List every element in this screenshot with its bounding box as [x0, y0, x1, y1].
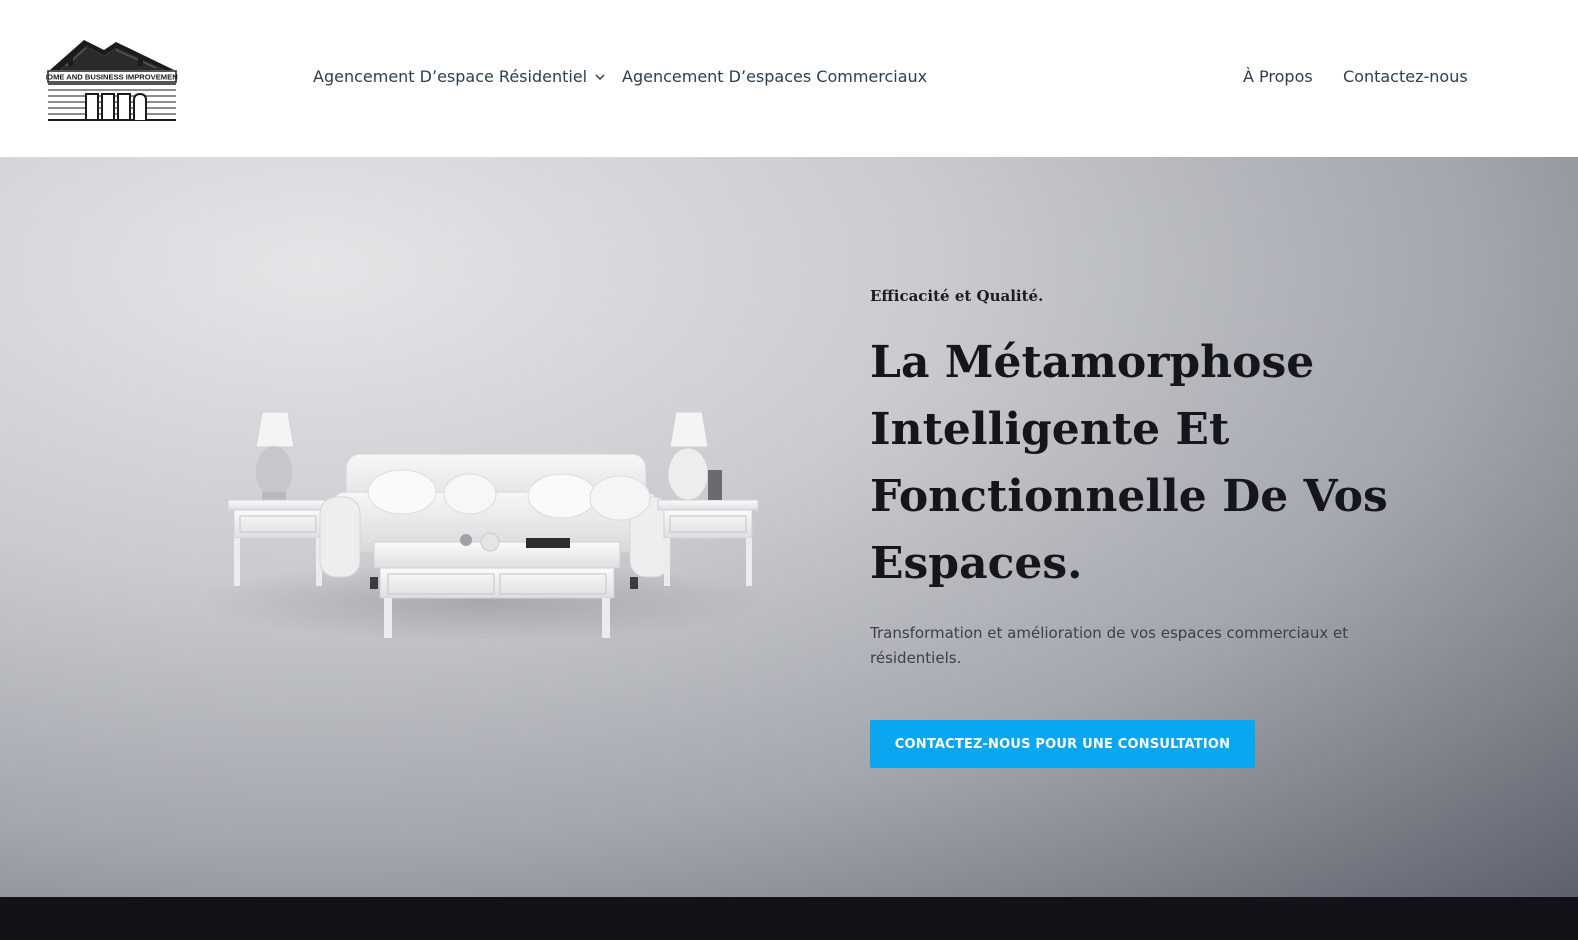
nav-commercial-label: Agencement D’espaces Commerciaux: [622, 67, 928, 86]
chevron-down-icon: [595, 65, 605, 87]
nav-contact-label: Contactez-nous: [1343, 67, 1468, 86]
nav-about-label: À Propos: [1243, 67, 1313, 86]
site-header: HOME AND BUSINESS IMPROVEMENT Agencement…: [0, 0, 1578, 157]
hero-section: Efficacité et Qualité. La Métamorphose I…: [0, 157, 1578, 897]
nav-residential-label: Agencement D’espace Résidentiel: [313, 67, 588, 86]
footer-strip: [0, 897, 1578, 940]
contact-consultation-button[interactable]: CONTACTEZ-NOUS POUR UNE CONSULTATION: [870, 720, 1255, 768]
hero-subtext: Transformation et amélioration de vos es…: [870, 624, 1349, 667]
hero-eyebrow: Efficacité et Qualité.: [870, 287, 1044, 305]
nav-commercial-link[interactable]: Agencement D’espaces Commerciaux: [622, 66, 927, 88]
hero-headline: La Métamorphose Intelligente Et Fonction…: [870, 337, 1388, 589]
nav-about-link[interactable]: À Propos: [1243, 66, 1313, 88]
logo-text: HOME AND BUSINESS IMPROVEMENT: [46, 73, 178, 82]
white-living-room-furniture-image: [170, 352, 790, 792]
nav-residential-menu[interactable]: Agencement D’espace Résidentiel: [313, 66, 605, 89]
house-logo-icon[interactable]: HOME AND BUSINESS IMPROVEMENT: [46, 36, 178, 122]
nav-contact-link[interactable]: Contactez-nous: [1343, 66, 1468, 88]
